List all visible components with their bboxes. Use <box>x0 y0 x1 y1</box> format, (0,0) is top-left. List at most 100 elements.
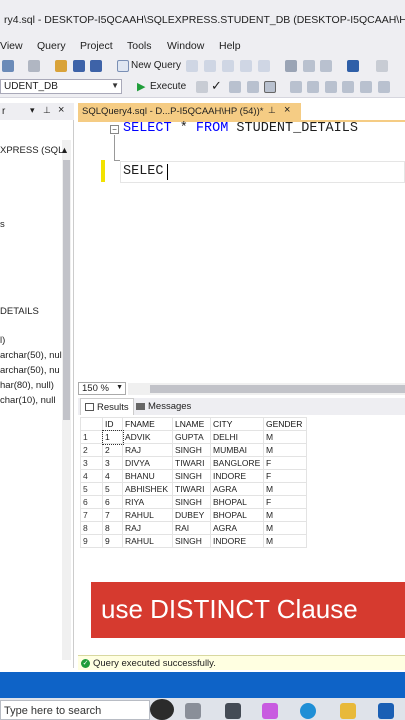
menu-help[interactable]: Help <box>219 40 241 52</box>
menu-project[interactable]: Project <box>80 40 113 52</box>
table-cell[interactable]: M <box>263 534 307 548</box>
execute-button[interactable]: Execute <box>150 81 186 92</box>
table-row[interactable]: 6 6 RIYA SINGH BHOPAL F <box>80 495 307 509</box>
table-row[interactable]: 3 3 DIVYA TIWARI BANGLORE F <box>80 456 307 470</box>
tab-results[interactable]: Results <box>80 398 134 415</box>
tab-messages[interactable]: Messages <box>132 398 195 415</box>
uncomment-icon[interactable] <box>342 81 354 93</box>
menu-tools[interactable]: Tools <box>127 40 152 52</box>
results-to-grid-icon[interactable] <box>290 81 302 93</box>
table-cell[interactable]: GUPTA <box>172 430 211 444</box>
open-folder-icon[interactable] <box>55 60 67 72</box>
redo-icon[interactable] <box>376 60 388 72</box>
table-cell[interactable]: DIVYA <box>122 456 173 470</box>
outdent-icon[interactable] <box>360 81 372 93</box>
row-number-cell[interactable]: 6 <box>80 495 103 509</box>
tree-node-column-fname[interactable]: archar(50), nul <box>0 350 62 361</box>
results-to-file-icon[interactable] <box>307 81 319 93</box>
table-cell[interactable]: 7 <box>102 508 123 522</box>
xmla-icon[interactable] <box>240 60 252 72</box>
code-line-1[interactable]: SELECT * FROM STUDENT_DETAILS <box>123 121 358 136</box>
table-cell[interactable]: 6 <box>102 495 123 509</box>
column-header-fname[interactable]: FNAME <box>122 417 173 431</box>
table-row[interactable]: 4 4 BHANU SINGH INDORE F <box>80 469 307 483</box>
menu-view[interactable]: View <box>0 40 23 52</box>
table-cell[interactable]: AGRA <box>210 521 264 535</box>
pin-icon[interactable]: ⊥ <box>43 105 51 116</box>
table-cell[interactable]: BHOPAL <box>210 508 264 522</box>
tab-sqlquery4[interactable]: SQLQuery4.sql - D...P-I5QCAAH\HP (54))* … <box>78 103 301 120</box>
tree-node-server[interactable]: XPRESS (SQL <box>0 145 63 156</box>
column-header-id[interactable]: ID <box>102 417 123 431</box>
table-row[interactable]: 2 2 RAJ SINGH MUMBAI M <box>80 443 307 457</box>
execute-icon[interactable]: ▶ <box>137 80 145 93</box>
table-cell[interactable]: F <box>263 469 307 483</box>
new-query-icon[interactable] <box>117 60 129 72</box>
table-cell[interactable]: RAJ <box>122 521 173 535</box>
outlook-icon[interactable] <box>378 703 394 719</box>
table-cell[interactable]: AGRA <box>210 482 264 496</box>
close-tab-icon[interactable]: × <box>284 104 290 116</box>
row-number-cell[interactable]: 9 <box>80 534 103 548</box>
table-cell[interactable]: 9 <box>102 534 123 548</box>
tree-node-table[interactable]: DETAILS <box>0 306 39 317</box>
table-cell[interactable]: ABHISHEK <box>122 482 173 496</box>
copy-icon[interactable] <box>303 60 315 72</box>
table-row[interactable]: 9 9 RAHUL SINGH INDORE M <box>80 534 307 548</box>
table-cell[interactable]: TIWARI <box>172 456 211 470</box>
dropdown-icon[interactable]: ▾ <box>30 105 35 116</box>
pin-icon[interactable]: ⊥ <box>268 105 276 116</box>
undo-icon[interactable] <box>347 60 359 72</box>
search-highlight-icon[interactable] <box>150 699 174 720</box>
table-cell[interactable]: M <box>263 508 307 522</box>
table-cell[interactable]: F <box>263 495 307 509</box>
table-cell[interactable]: BHOPAL <box>210 495 264 509</box>
available-databases-select[interactable]: UDENT_DB ▼ <box>0 79 122 94</box>
query-options-icon[interactable] <box>247 81 259 93</box>
display-plan-icon[interactable] <box>229 81 241 93</box>
table-cell[interactable]: SINGH <box>172 534 211 548</box>
editor-hscroll-thumb[interactable] <box>150 385 405 393</box>
table-cell[interactable]: DELHI <box>210 430 264 444</box>
db-query-icon[interactable] <box>186 60 198 72</box>
row-number-cell[interactable]: 8 <box>80 521 103 535</box>
code-line-3[interactable]: SELEC <box>123 164 164 179</box>
table-cell[interactable]: RAHUL <box>122 508 173 522</box>
indent-icon[interactable] <box>378 81 390 93</box>
das-icon[interactable] <box>258 60 270 72</box>
mdx-icon[interactable] <box>204 60 216 72</box>
dmx-icon[interactable] <box>222 60 234 72</box>
column-header-city[interactable]: CITY <box>210 417 264 431</box>
table-cell[interactable]: 8 <box>102 521 123 535</box>
table-cell[interactable]: INDORE <box>210 469 264 483</box>
table-cell[interactable]: BHANU <box>122 469 173 483</box>
table-row[interactable]: 8 8 RAJ RAI AGRA M <box>80 521 307 535</box>
table-cell[interactable]: M <box>263 521 307 535</box>
table-cell[interactable]: 3 <box>102 456 123 470</box>
file-explorer-icon[interactable] <box>340 703 356 719</box>
task-view-icon[interactable] <box>185 703 201 719</box>
comment-icon[interactable] <box>325 81 337 93</box>
table-cell[interactable]: SINGH <box>172 495 211 509</box>
table-cell[interactable]: 5 <box>102 482 123 496</box>
cut-icon[interactable] <box>285 60 297 72</box>
table-cell[interactable]: F <box>263 456 307 470</box>
table-cell[interactable]: RAJ <box>122 443 173 457</box>
table-cell[interactable]: DUBEY <box>172 508 211 522</box>
table-cell[interactable]: TIWARI <box>172 482 211 496</box>
row-number-cell[interactable]: 5 <box>80 482 103 496</box>
table-cell[interactable]: ADVIK <box>122 430 173 444</box>
table-cell[interactable]: SINGH <box>172 443 211 457</box>
tree-node-column-id[interactable]: l) <box>0 335 5 346</box>
table-row[interactable]: 5 5 ABHISHEK TIWARI AGRA M <box>80 482 307 496</box>
table-cell[interactable]: INDORE <box>210 534 264 548</box>
new-query-button[interactable]: New Query <box>131 60 181 71</box>
table-cell[interactable]: 1 <box>101 429 124 445</box>
column-header-gender[interactable]: GENDER <box>263 417 307 431</box>
tree-node-folder[interactable]: s <box>0 219 5 230</box>
tree-node-column-gender[interactable]: char(10), null <box>0 395 55 406</box>
scroll-up-icon[interactable]: ▲ <box>60 145 69 155</box>
row-number-cell[interactable]: 2 <box>80 443 103 457</box>
table-cell[interactable]: RAHUL <box>122 534 173 548</box>
edge-icon[interactable] <box>300 703 316 719</box>
